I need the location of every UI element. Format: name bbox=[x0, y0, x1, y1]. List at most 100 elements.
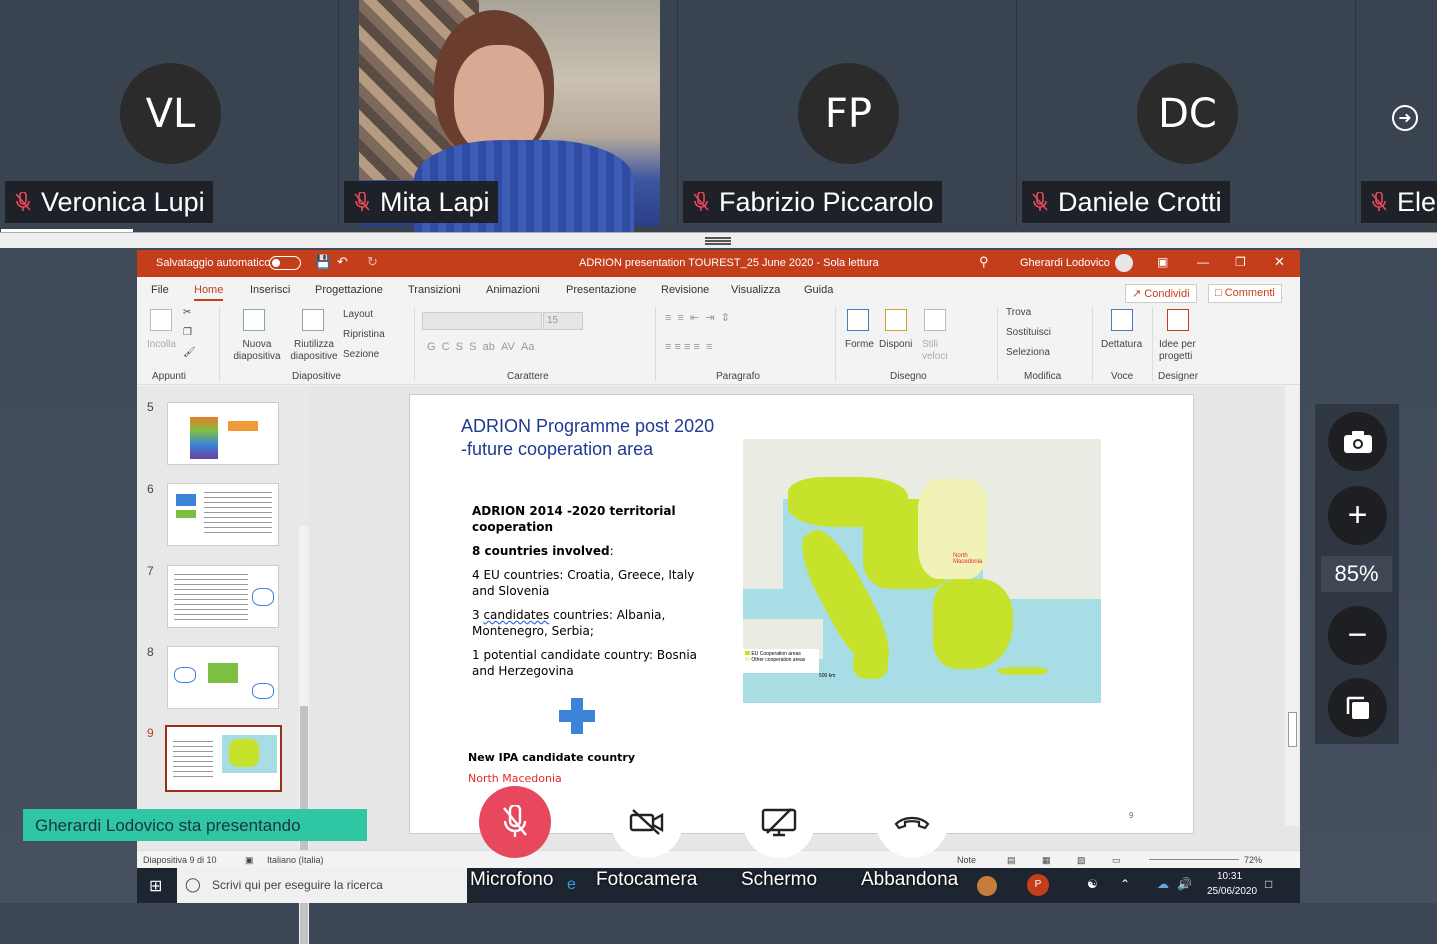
language-label[interactable]: Italiano (Italia) bbox=[267, 855, 324, 865]
section-button[interactable]: Sezione bbox=[343, 349, 379, 360]
slide-thumbnail[interactable] bbox=[167, 565, 279, 628]
clock-date[interactable]: 25/06/2020 bbox=[1207, 886, 1257, 897]
new-slide-label[interactable]: Nuova diapositiva bbox=[227, 339, 287, 363]
tab-revisione[interactable]: Revisione bbox=[661, 284, 709, 296]
participant-tile-fp[interactable]: FP Fabrizio Piccarolo bbox=[678, 0, 1017, 226]
reset-button[interactable]: Ripristina bbox=[343, 329, 385, 340]
arrange-label[interactable]: Disponi bbox=[879, 339, 912, 350]
restore-icon[interactable]: ❐ bbox=[1235, 255, 1246, 269]
cooperation-map: North Macedonia EU Cooperation areas Oth… bbox=[743, 439, 1101, 703]
tab-progettazione[interactable]: Progettazione bbox=[315, 284, 383, 296]
mic-toggle-button[interactable] bbox=[479, 786, 551, 858]
notes-button[interactable]: Note bbox=[957, 855, 976, 865]
dictate-label[interactable]: Dettatura bbox=[1101, 339, 1142, 350]
font-name-field[interactable] bbox=[422, 312, 542, 330]
search-icon[interactable]: ⚲ bbox=[979, 254, 989, 270]
screenshot-camera-icon[interactable] bbox=[1328, 412, 1387, 471]
redo-icon[interactable]: ↻ bbox=[367, 254, 378, 270]
spellcheck-icon[interactable]: ▣ bbox=[245, 855, 254, 866]
save-icon[interactable]: 💾 bbox=[315, 254, 331, 270]
ribbon-display-icon[interactable]: ▣ bbox=[1157, 255, 1168, 269]
layout-button[interactable]: Layout bbox=[343, 309, 373, 320]
tab-guida[interactable]: Guida bbox=[804, 284, 833, 296]
design-ideas-icon[interactable] bbox=[1167, 309, 1189, 331]
participant-tile-dc[interactable]: DC Daniele Crotti bbox=[1017, 0, 1356, 226]
select-button[interactable]: Seleziona bbox=[1006, 347, 1050, 358]
align-buttons[interactable]: ≡ ≡ ≡ ≡ ≡ bbox=[665, 341, 712, 353]
reuse-slides-icon[interactable] bbox=[302, 309, 324, 331]
slideshow-icon[interactable]: ▭ bbox=[1112, 855, 1121, 866]
user-avatar[interactable] bbox=[1115, 254, 1133, 272]
plus-shape-icon bbox=[559, 698, 595, 734]
next-participants-arrow-icon[interactable]: ➜ bbox=[1392, 105, 1418, 131]
windows-start-icon[interactable]: ⊞ bbox=[149, 876, 162, 896]
mic-muted-icon bbox=[1367, 190, 1391, 214]
cut-icon[interactable]: ✂ bbox=[183, 307, 191, 318]
design-ideas-label[interactable]: Idee per progetti bbox=[1159, 339, 1199, 363]
zoom-out-button[interactable]: − bbox=[1328, 606, 1387, 665]
replace-button[interactable]: Sostituisci bbox=[1006, 327, 1051, 338]
reuse-slides-label[interactable]: Riutilizza diapositive bbox=[290, 339, 338, 363]
reading-view-icon[interactable]: ▧ bbox=[1077, 855, 1086, 866]
slide-thumbnail[interactable] bbox=[167, 646, 279, 709]
find-button[interactable]: Trova bbox=[1006, 307, 1031, 318]
quick-styles-icon[interactable] bbox=[924, 309, 946, 331]
leave-call-button[interactable] bbox=[876, 786, 948, 858]
resize-divider[interactable] bbox=[0, 232, 1437, 248]
comments-button[interactable]: □ Commenti bbox=[1208, 284, 1282, 303]
tab-visualizza[interactable]: Visualizza bbox=[731, 284, 780, 296]
normal-view-icon[interactable]: ▤ bbox=[1007, 855, 1016, 866]
paste-icon[interactable] bbox=[150, 309, 172, 331]
slide-thumbnail[interactable] bbox=[167, 483, 279, 546]
edge-icon[interactable]: e bbox=[567, 876, 576, 894]
tab-inserisci[interactable]: Inserisci bbox=[250, 284, 290, 296]
people-icon[interactable]: ☯ bbox=[1087, 877, 1098, 891]
arrange-icon[interactable] bbox=[885, 309, 907, 331]
tab-transizioni[interactable]: Transizioni bbox=[408, 284, 461, 296]
window-copy-icon[interactable] bbox=[1328, 678, 1387, 737]
tab-home[interactable]: Home bbox=[194, 284, 224, 301]
participant-tile-vl[interactable]: VL Veronica Lupi bbox=[0, 0, 339, 226]
slide-scrollbar[interactable] bbox=[1285, 386, 1299, 826]
new-slide-icon[interactable] bbox=[243, 309, 265, 331]
notifications-icon[interactable]: □ bbox=[1265, 877, 1272, 891]
screen-label: Schermo bbox=[741, 869, 818, 890]
clock-time[interactable]: 10:31 bbox=[1217, 871, 1242, 882]
zoom-in-button[interactable]: + bbox=[1328, 486, 1387, 545]
close-icon[interactable]: ✕ bbox=[1274, 254, 1285, 270]
minimize-icon[interactable]: — bbox=[1197, 255, 1209, 269]
quick-styles-label[interactable]: Stili veloci bbox=[922, 339, 952, 363]
list-buttons[interactable]: ≡ ≡ ⇤ ⇥ ⇕ bbox=[665, 311, 730, 324]
undo-icon[interactable]: ↶ bbox=[337, 254, 348, 270]
font-format-buttons[interactable]: G C S S ab AV Aa bbox=[427, 341, 534, 353]
app-icon[interactable] bbox=[977, 876, 997, 896]
camera-toggle-button[interactable] bbox=[611, 786, 683, 858]
tab-presentazione[interactable]: Presentazione bbox=[566, 284, 636, 296]
mic-label: Microfono bbox=[470, 869, 554, 890]
onedrive-icon[interactable]: ☁ bbox=[1157, 877, 1169, 891]
share-button[interactable]: ↗ Condividi bbox=[1125, 284, 1197, 303]
dictate-icon[interactable] bbox=[1111, 309, 1133, 331]
thumb-number: 6 bbox=[147, 482, 154, 496]
format-painter-icon[interactable]: 🖌 bbox=[183, 347, 196, 358]
avatar: DC bbox=[1137, 63, 1238, 164]
screen-share-button[interactable] bbox=[743, 786, 815, 858]
font-size-field[interactable]: 15 bbox=[543, 312, 583, 330]
slide-thumbnail-selected[interactable] bbox=[165, 725, 282, 792]
zoom-percent[interactable]: 72% bbox=[1244, 855, 1262, 865]
shapes-label[interactable]: Forme bbox=[845, 339, 874, 350]
copy-icon[interactable]: ❐ bbox=[183, 327, 192, 338]
search-placeholder: Scrivi qui per eseguire la ricerca bbox=[212, 878, 383, 892]
autosave-toggle[interactable] bbox=[269, 256, 301, 270]
slide-thumbnail[interactable] bbox=[167, 402, 279, 465]
mic-off-icon bbox=[503, 805, 527, 837]
sorter-view-icon[interactable]: ▦ bbox=[1042, 855, 1051, 866]
taskbar-search[interactable]: ◯ Scrivi qui per eseguire la ricerca bbox=[177, 868, 467, 903]
shapes-icon[interactable] bbox=[847, 309, 869, 331]
tab-file[interactable]: File bbox=[151, 284, 169, 296]
zoom-slider[interactable] bbox=[1149, 859, 1239, 860]
tray-chevron-icon[interactable]: ⌃ bbox=[1120, 877, 1130, 891]
powerpoint-taskbar-icon[interactable]: P bbox=[1027, 874, 1049, 896]
tab-animazioni[interactable]: Animazioni bbox=[486, 284, 540, 296]
volume-icon[interactable]: 🔊 bbox=[1177, 877, 1192, 891]
